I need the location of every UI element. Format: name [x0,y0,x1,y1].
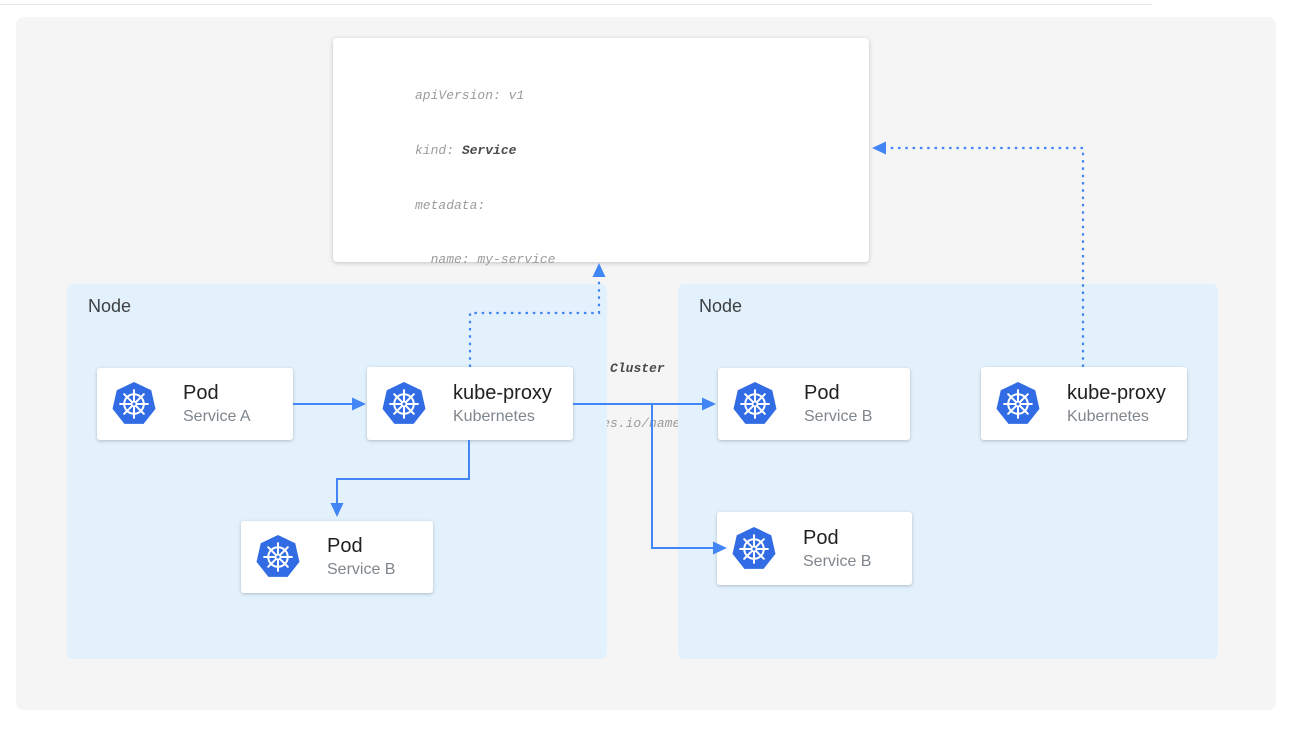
pod-service-b-right-bottom-card: Pod Service B [717,512,912,585]
kubernetes-icon [381,381,427,427]
kube-proxy-right-card: kube-proxy Kubernetes [981,367,1187,440]
card-title: kube-proxy [1067,382,1166,405]
yaml-line: apiVersion: v1 [415,87,735,105]
service-yaml-card: apiVersion: v1 kind: Service metadata: n… [333,38,869,262]
card-title: Pod [804,382,872,405]
kube-proxy-left-card: kube-proxy Kubernetes [367,367,573,440]
card-subtitle: Kubernetes [1067,408,1166,426]
kubernetes-icon [732,381,778,427]
yaml-line: name: my-service [415,251,735,269]
card-subtitle: Service B [803,553,871,571]
card-subtitle: Kubernetes [453,408,552,426]
node-label: Node [699,296,742,317]
card-title: Pod [183,382,251,405]
kubernetes-icon [731,526,777,572]
yaml-line: kind: Service [415,142,735,160]
pod-service-b-right-top-card: Pod Service B [718,368,910,440]
kubernetes-internal-traffic-policy-diagram: apiVersion: v1 kind: Service metadata: n… [0,0,1296,729]
yaml-line: metadata: [415,197,735,215]
kubernetes-icon [111,381,157,427]
card-title: Pod [327,535,395,558]
node-box-right: Node [678,284,1218,659]
kubernetes-icon [255,534,301,580]
card-subtitle: Service B [327,561,395,579]
node-box-left: Node [67,284,607,659]
card-subtitle: Service A [183,408,251,426]
pod-service-a-card: Pod Service A [97,368,293,440]
node-label: Node [88,296,131,317]
card-title: kube-proxy [453,382,552,405]
card-subtitle: Service B [804,408,872,426]
pod-service-b-left-card: Pod Service B [241,521,433,593]
window-top-border [0,4,1152,5]
kubernetes-icon [995,381,1041,427]
card-title: Pod [803,527,871,550]
